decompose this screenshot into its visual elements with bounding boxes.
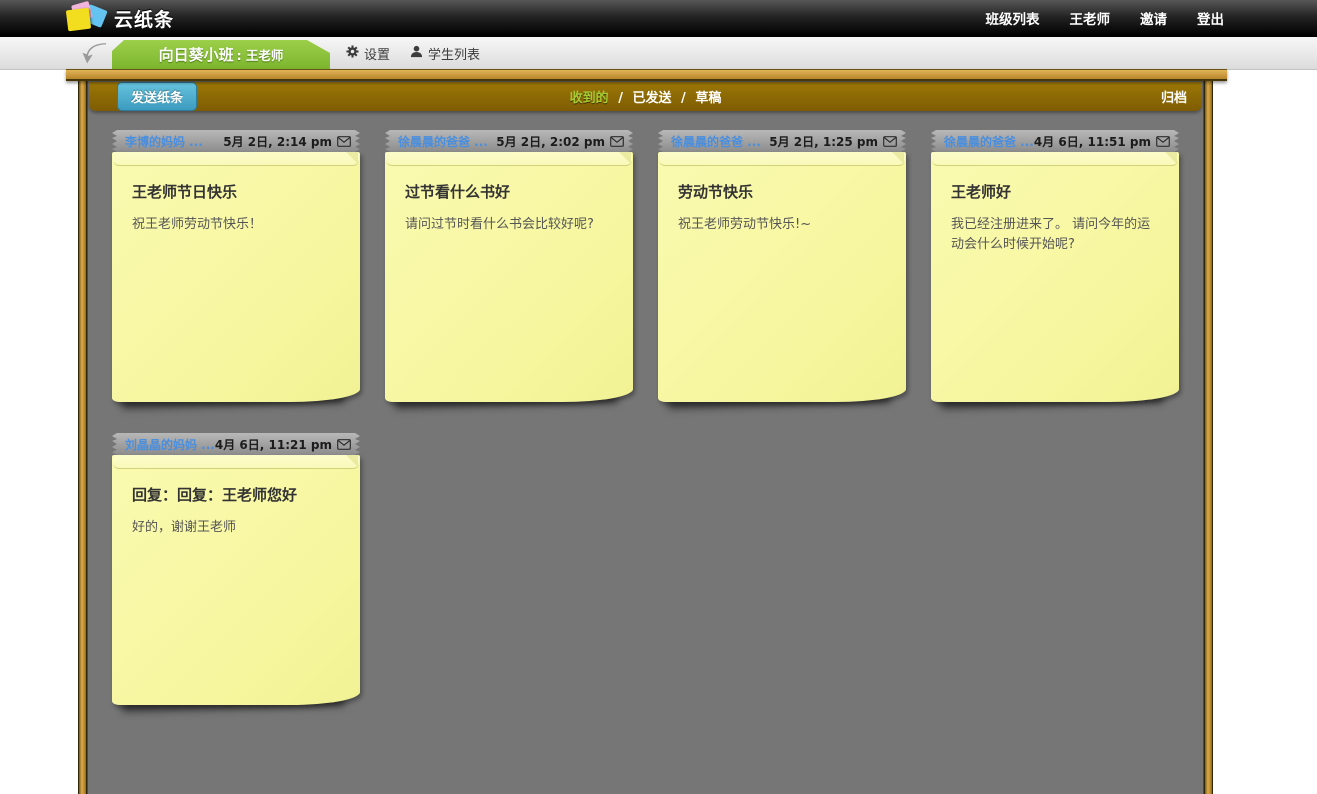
- note-header: 刘晶晶的妈妈 ... 4月 6日, 11:21 pm: [112, 433, 360, 455]
- notes-board-area: 发送纸条 收到的 / 已发送 / 草稿 归档 李博的妈妈 ... 5月 2日, …: [87, 80, 1204, 794]
- board-frame-right: [1204, 80, 1213, 794]
- note-sender-link[interactable]: 徐晨晨的爸爸 ...: [944, 133, 1034, 150]
- board-frame-top: [66, 69, 1227, 81]
- envelope-icon[interactable]: [337, 438, 351, 450]
- notes-board: 李博的妈妈 ... 5月 2日, 2:14 pm 王老师节日快乐 祝王老师劳动节…: [87, 111, 1204, 794]
- note-title: 劳动节快乐: [678, 183, 754, 201]
- note-date: 5月 2日, 1:25 pm: [769, 134, 878, 149]
- filter-draft[interactable]: 草稿: [695, 91, 721, 106]
- board-toolbar: 发送纸条 收到的 / 已发送 / 草稿 归档: [89, 82, 1202, 111]
- tab-class-active[interactable]: 向日葵小班 : 王老师: [112, 40, 330, 69]
- top-header-bar: 云纸条 班级列表 王老师 邀请 登出: [0, 0, 1317, 37]
- top-navigation: 班级列表 王老师 邀请 登出: [956, 8, 1317, 28]
- filter-separator: /: [618, 91, 623, 106]
- note-title: 回复：回复：王老师您好: [132, 486, 298, 504]
- note-card: 徐晨晨的爸爸 ... 5月 2日, 1:25 pm 劳动节快乐 祝王老师劳动节快…: [658, 130, 906, 402]
- note-title: 王老师好: [951, 183, 1012, 201]
- archive-link[interactable]: 归档: [1161, 87, 1187, 106]
- note-text: 祝王老师劳动节快乐!~: [678, 217, 812, 232]
- back-arrow-icon[interactable]: [81, 40, 108, 67]
- note-pad-strip: [113, 152, 359, 166]
- envelope-icon[interactable]: [610, 135, 624, 147]
- gear-icon: [346, 45, 359, 62]
- send-note-button[interactable]: 发送纸条: [117, 82, 198, 111]
- note-sender-link[interactable]: 李博的妈妈 ...: [125, 133, 203, 150]
- person-icon: [410, 45, 423, 62]
- tab-bar: 向日葵小班 : 王老师 设置 学生列表: [0, 37, 1317, 70]
- note-text: 我已经注册进来了。 请问今年的运动会什么时候开始呢?: [951, 217, 1151, 252]
- note-card: 刘晶晶的妈妈 ... 4月 6日, 11:21 pm 回复：回复：王老师您好 好…: [112, 433, 360, 705]
- filter-received[interactable]: 收到的: [570, 91, 609, 106]
- brand-home-link[interactable]: 云纸条: [64, 0, 175, 34]
- note-text: 好的，谢谢王老师: [132, 520, 237, 535]
- note-pad-strip: [113, 455, 359, 469]
- note-pad-strip: [659, 152, 905, 166]
- tab-student-list[interactable]: 学生列表: [410, 37, 480, 70]
- note-filters: 收到的 / 已发送 / 草稿: [570, 87, 722, 106]
- note-card: 徐晨晨的爸爸 ... 5月 2日, 2:02 pm 过节看什么书好 请问过节时看…: [385, 130, 633, 402]
- filter-sent[interactable]: 已发送: [632, 91, 671, 106]
- note-body[interactable]: 回复：回复：王老师您好 好的，谢谢王老师: [112, 455, 360, 705]
- note-header: 徐晨晨的爸爸 ... 4月 6日, 11:51 pm: [931, 130, 1179, 152]
- note-text: 请问过节时看什么书会比较好呢?: [405, 217, 594, 232]
- nav-logout-link[interactable]: 登出: [1197, 8, 1224, 28]
- nav-invite-link[interactable]: 邀请: [1140, 8, 1167, 28]
- note-header: 徐晨晨的爸爸 ... 5月 2日, 2:02 pm: [385, 130, 633, 152]
- note-date: 4月 6日, 11:21 pm: [214, 437, 332, 452]
- filter-separator: /: [681, 91, 686, 106]
- note-header: 徐晨晨的爸爸 ... 5月 2日, 1:25 pm: [658, 130, 906, 152]
- note-header: 李博的妈妈 ... 5月 2日, 2:14 pm: [112, 130, 360, 152]
- board-frame-left: [78, 80, 87, 794]
- tab-settings[interactable]: 设置: [346, 37, 390, 70]
- note-body[interactable]: 王老师好 我已经注册进来了。 请问今年的运动会什么时候开始呢?: [931, 152, 1179, 402]
- nav-username-link[interactable]: 王老师: [1070, 8, 1111, 28]
- envelope-icon[interactable]: [883, 135, 897, 147]
- class-tab-teacher: : 王老师: [236, 48, 284, 63]
- note-sender-link[interactable]: 徐晨晨的爸爸 ...: [398, 133, 488, 150]
- note-title: 过节看什么书好: [405, 183, 511, 201]
- note-sender-link[interactable]: 刘晶晶的妈妈 ...: [125, 436, 215, 453]
- sticky-notes-logo-icon: [64, 0, 108, 34]
- note-sender-link[interactable]: 徐晨晨的爸爸 ...: [671, 133, 761, 150]
- note-pad-strip: [932, 152, 1178, 166]
- envelope-icon[interactable]: [1156, 135, 1170, 147]
- settings-label: 设置: [364, 48, 391, 63]
- nav-class-list-link[interactable]: 班级列表: [986, 8, 1040, 28]
- note-text: 祝王老师劳动节快乐！: [132, 217, 263, 232]
- students-label: 学生列表: [428, 48, 481, 63]
- note-body[interactable]: 过节看什么书好 请问过节时看什么书会比较好呢?: [385, 152, 633, 402]
- app-title: 云纸条: [114, 8, 175, 31]
- note-body[interactable]: 王老师节日快乐 祝王老师劳动节快乐！: [112, 152, 360, 402]
- app-window: 云纸条 班级列表 王老师 邀请 登出 向日葵小班 : 王老师 设置 学生列表 发…: [0, 0, 1317, 794]
- logo-sheet-yellow: [65, 7, 92, 32]
- note-title: 王老师节日快乐: [132, 183, 238, 201]
- note-card: 徐晨晨的爸爸 ... 4月 6日, 11:51 pm 王老师好 我已经注册进来了…: [931, 130, 1179, 402]
- class-tab-name: 向日葵小班: [158, 46, 234, 64]
- note-pad-strip: [386, 152, 632, 166]
- note-date: 5月 2日, 2:14 pm: [223, 134, 332, 149]
- note-card: 李博的妈妈 ... 5月 2日, 2:14 pm 王老师节日快乐 祝王老师劳动节…: [112, 130, 360, 402]
- note-date: 4月 6日, 11:51 pm: [1033, 134, 1151, 149]
- note-body[interactable]: 劳动节快乐 祝王老师劳动节快乐!~: [658, 152, 906, 402]
- envelope-icon[interactable]: [337, 135, 351, 147]
- note-date: 5月 2日, 2:02 pm: [496, 134, 605, 149]
